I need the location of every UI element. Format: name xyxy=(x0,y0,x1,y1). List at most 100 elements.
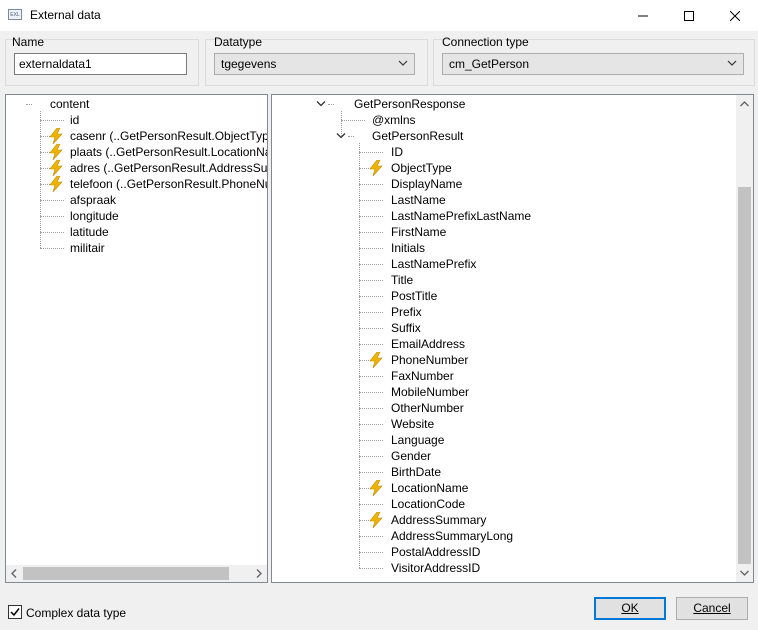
left-horizontal-scrollbar[interactable] xyxy=(6,565,267,582)
checkmark-icon xyxy=(10,608,20,617)
connection-label: Connection type xyxy=(442,35,529,49)
left-scroll-thumb[interactable] xyxy=(23,567,229,580)
tree-line xyxy=(359,504,383,505)
right-tree-field[interactable]: AddressSummaryLong xyxy=(391,529,513,543)
name-input[interactable] xyxy=(14,53,187,75)
right-tree-field[interactable]: OtherNumber xyxy=(391,401,464,415)
lightning-icon xyxy=(369,512,383,528)
right-tree-field[interactable]: FirstName xyxy=(391,225,446,239)
left-tree-item[interactable]: latitude xyxy=(70,225,109,239)
cancel-button[interactable]: Cancel xyxy=(676,597,748,620)
right-tree-field[interactable]: PhoneNumber xyxy=(391,353,468,367)
lightning-icon xyxy=(49,144,63,160)
complex-checkbox[interactable] xyxy=(8,605,22,619)
left-tree-item[interactable]: militair xyxy=(70,241,105,255)
left-tree-item[interactable]: casenr (..GetPersonResult.ObjectType) xyxy=(70,129,267,143)
right-tree-field[interactable]: Suffix xyxy=(391,321,421,335)
right-tree-field[interactable]: Gender xyxy=(391,449,431,463)
connection-select[interactable]: cm_GetPerson xyxy=(442,53,744,75)
tree-line xyxy=(359,424,383,425)
tree-line xyxy=(359,536,383,537)
left-tree-item[interactable]: afspraak xyxy=(70,193,116,207)
expand-chevron-icon[interactable] xyxy=(336,132,346,140)
right-tree-field[interactable]: DisplayName xyxy=(391,177,462,191)
datatype-select[interactable]: tgegevens xyxy=(214,53,415,75)
scroll-up-icon[interactable] xyxy=(740,100,749,108)
title-bar: EXL External data xyxy=(0,0,758,31)
right-tree-field[interactable]: AddressSummary xyxy=(391,513,486,527)
right-tree-field[interactable]: PostTitle xyxy=(391,289,437,303)
connection-value: cm_GetPerson xyxy=(449,57,530,71)
right-tree-field[interactable]: LastNamePrefixLastName xyxy=(391,209,531,223)
tree-line xyxy=(359,312,383,313)
maximize-icon xyxy=(684,10,694,21)
left-tree-item[interactable]: telefoon (..GetPersonResult.PhoneNumber) xyxy=(70,177,267,191)
right-tree-field[interactable]: FaxNumber xyxy=(391,369,454,383)
right-tree-field[interactable]: Language xyxy=(391,433,444,447)
right-tree-field[interactable]: Title xyxy=(391,273,413,287)
tree-line xyxy=(359,568,383,569)
left-tree[interactable]: content id casenr (..GetPersonResult.Objec… xyxy=(5,94,268,583)
right-scroll-thumb[interactable] xyxy=(738,187,751,564)
right-tree-root[interactable]: GetPersonResponse xyxy=(354,97,465,111)
right-tree-field[interactable]: LastNamePrefix xyxy=(391,257,476,271)
datatype-value: tgegevens xyxy=(221,57,277,71)
right-tree-field[interactable]: MobileNumber xyxy=(391,385,469,399)
scroll-right-icon[interactable] xyxy=(255,569,263,578)
tree-line xyxy=(328,104,334,105)
minimize-button[interactable] xyxy=(620,0,666,31)
expand-chevron-icon[interactable] xyxy=(316,100,326,108)
right-tree-xmlns[interactable]: @xmlns xyxy=(372,113,416,127)
complex-label[interactable]: Complex data type xyxy=(26,606,126,620)
lightning-icon xyxy=(49,128,63,144)
right-tree-field[interactable]: LastName xyxy=(391,193,446,207)
left-tree-item[interactable]: adres (..GetPersonResult.AddressSummary) xyxy=(70,161,267,175)
tree-line xyxy=(359,376,383,377)
right-tree-field[interactable]: Website xyxy=(391,417,434,431)
tree-line xyxy=(348,136,354,137)
right-tree-field[interactable]: Initials xyxy=(391,241,425,255)
datatype-label: Datatype xyxy=(214,35,263,49)
right-tree-field[interactable]: ObjectType xyxy=(391,161,452,175)
left-tree-item[interactable]: id xyxy=(70,113,79,127)
ok-button[interactable]: OK xyxy=(594,597,666,620)
tree-line xyxy=(359,328,383,329)
right-tree-field[interactable]: EmailAddress xyxy=(391,337,465,351)
tree-line xyxy=(359,264,383,265)
tree-line xyxy=(359,152,383,153)
minimize-icon xyxy=(638,15,648,16)
right-tree-field[interactable]: LocationCode xyxy=(391,497,465,511)
lightning-icon xyxy=(49,160,63,176)
right-tree-field[interactable]: ID xyxy=(391,145,403,159)
right-tree-field[interactable]: PostalAddressID xyxy=(391,545,480,559)
right-tree-field[interactable]: VisitorAddressID xyxy=(391,561,480,575)
right-tree[interactable]: GetPersonResponse @xmlns GetPersonResult ID… xyxy=(271,94,754,583)
right-tree-field[interactable]: LocationName xyxy=(391,481,468,495)
left-tree-item[interactable]: plaats (..GetPersonResult.LocationName) xyxy=(70,145,267,159)
tree-line xyxy=(26,104,32,105)
close-button[interactable] xyxy=(712,0,758,31)
right-tree-result[interactable]: GetPersonResult xyxy=(372,129,463,143)
tree-line xyxy=(359,280,383,281)
right-tree-field[interactable]: BirthDate xyxy=(391,465,441,479)
cancel-button-label: Cancel xyxy=(693,601,731,615)
tree-line xyxy=(40,232,64,233)
tree-line xyxy=(341,120,365,121)
right-vertical-scrollbar[interactable] xyxy=(736,95,753,582)
right-tree-field[interactable]: Prefix xyxy=(391,305,422,319)
tree-line xyxy=(359,456,383,457)
maximize-button[interactable] xyxy=(666,0,712,31)
lightning-icon xyxy=(369,480,383,496)
tree-line xyxy=(359,216,383,217)
left-tree-item[interactable]: longitude xyxy=(70,209,119,223)
tree-line xyxy=(40,111,41,248)
scroll-down-icon[interactable] xyxy=(740,569,749,577)
lightning-icon xyxy=(369,352,383,368)
scroll-left-icon[interactable] xyxy=(10,569,18,578)
tree-line xyxy=(40,248,64,249)
tree-line xyxy=(359,552,383,553)
tree-line xyxy=(359,392,383,393)
lightning-icon xyxy=(369,160,383,176)
left-tree-root[interactable]: content xyxy=(50,97,89,111)
window-title: External data xyxy=(30,8,101,22)
